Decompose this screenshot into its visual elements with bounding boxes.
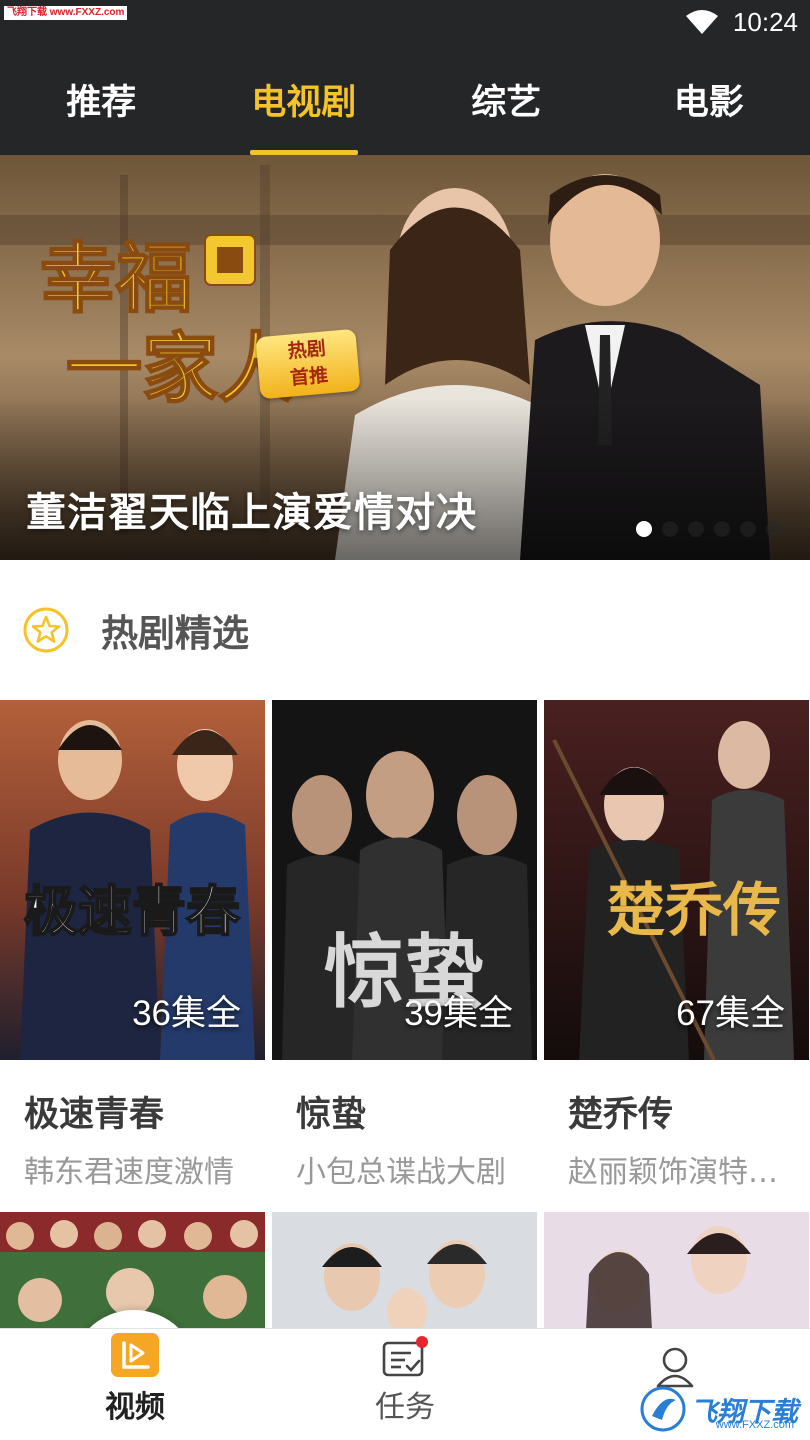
card-title: 极速青春	[24, 1095, 165, 1135]
tab-label: 电影	[673, 83, 744, 123]
carousel-dot[interactable]	[662, 521, 678, 537]
tab-label: 推荐	[66, 83, 137, 123]
poster-card[interactable]	[272, 1212, 537, 1330]
carousel-dot[interactable]	[740, 521, 756, 537]
banner-caption: 董洁翟天临上演爱情对决	[26, 490, 477, 536]
watermark-label: 飞翔下载 www.FXXZ.com	[4, 6, 128, 20]
tab-variety[interactable]: 综艺	[405, 44, 608, 155]
card-subtitle: 小包总谍战大剧	[296, 1155, 506, 1190]
carousel-dot[interactable]	[636, 521, 652, 537]
card-info[interactable]: 极速青春 韩东君速度激情	[0, 1060, 265, 1210]
card-subtitle: 韩东君速度激情	[24, 1155, 234, 1190]
card-title: 楚乔传	[568, 1095, 674, 1135]
carousel-dots	[636, 521, 782, 537]
card-title: 惊蛰	[296, 1095, 367, 1135]
star-icon	[23, 607, 69, 653]
logo-line1: 幸福	[40, 234, 192, 323]
carousel-dot[interactable]	[766, 521, 782, 537]
nav-tasks[interactable]: 任务	[270, 1329, 540, 1440]
card-info[interactable]: 惊蛰 小包总谍战大剧	[272, 1060, 537, 1210]
brand-url: www.FXXZ.com	[715, 1419, 794, 1431]
nav-label: 视频	[105, 1390, 165, 1425]
tab-tv-series[interactable]: 电视剧	[203, 44, 406, 155]
carousel-dot[interactable]	[714, 521, 730, 537]
status-bar: 10:24	[685, 4, 798, 40]
card-info[interactable]: 楚乔传 赵丽颖饰演特…	[544, 1060, 809, 1210]
poster-card[interactable]: 惊蛰 39集全	[272, 700, 537, 1060]
tab-label: 电视剧	[251, 83, 357, 123]
tab-label: 综艺	[471, 83, 542, 123]
section-header: 热剧精选	[0, 560, 810, 700]
hot-badge: 热剧 首推	[255, 328, 361, 400]
video-icon	[111, 1333, 159, 1377]
episode-count: 39集全	[404, 994, 513, 1033]
task-icon	[382, 1336, 428, 1377]
section-title: 热剧精选	[101, 612, 249, 655]
clock: 10:24	[732, 6, 798, 37]
poster-card[interactable]: 极速青春 36集全	[0, 700, 265, 1060]
user-icon	[656, 1347, 694, 1388]
poster-title-art: 极速青春	[24, 880, 240, 943]
episode-count: 36集全	[132, 994, 241, 1033]
poster-card[interactable]: 楚乔传 67集全	[544, 700, 809, 1060]
poster-card[interactable]	[544, 1212, 809, 1330]
poster-image	[272, 1212, 537, 1330]
featured-banner[interactable]: 幸福 一家人 热剧 首推 董洁翟天临上演爱情对决	[0, 155, 810, 560]
tab-movie[interactable]: 电影	[608, 44, 810, 155]
card-subtitle: 赵丽颖饰演特…	[568, 1155, 778, 1190]
wifi-icon	[685, 10, 718, 34]
notification-dot	[416, 1336, 428, 1348]
nav-label: 任务	[375, 1390, 435, 1425]
poster-image	[544, 1212, 809, 1330]
episode-count: 67集全	[676, 994, 785, 1033]
top-bar: 飞翔下载 www.FXXZ.com 10:24 推荐 电视剧 综艺 电影	[0, 0, 810, 155]
tab-recommend[interactable]: 推荐	[0, 44, 203, 155]
category-tabs: 推荐 电视剧 综艺 电影	[0, 44, 810, 155]
carousel-dot[interactable]	[688, 521, 704, 537]
nav-video[interactable]: 视频	[0, 1329, 270, 1440]
poster-title-art: 楚乔传	[607, 876, 781, 944]
brand-logo-icon	[640, 1386, 686, 1432]
brand-watermark: 飞翔下载 www.FXXZ.com	[640, 1386, 798, 1432]
